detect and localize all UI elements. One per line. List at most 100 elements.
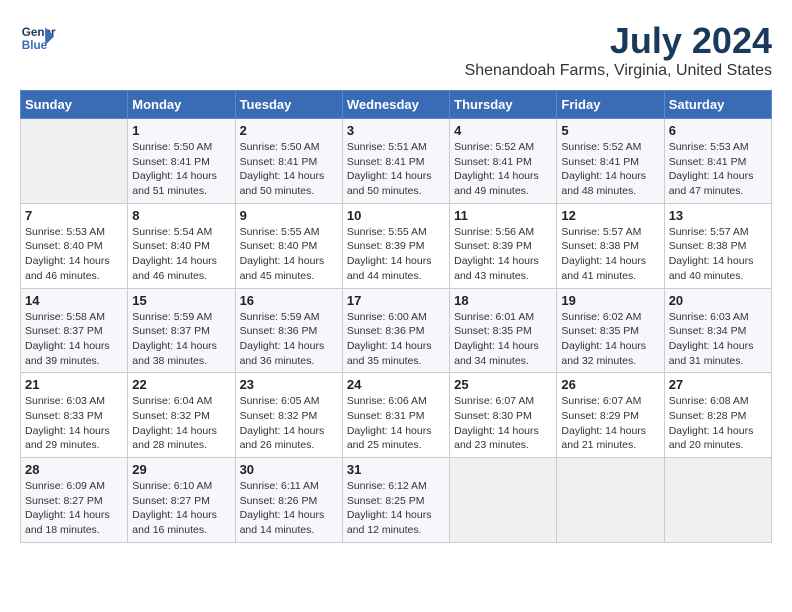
day-number: 22 bbox=[132, 377, 230, 392]
page-header: General Blue July 2024 Shenandoah Farms,… bbox=[20, 20, 772, 80]
day-info: Sunrise: 6:07 AM Sunset: 8:30 PM Dayligh… bbox=[454, 394, 552, 453]
calendar-cell: 1 Sunrise: 5:50 AM Sunset: 8:41 PM Daylig… bbox=[128, 119, 235, 204]
day-info: Sunrise: 5:50 AM Sunset: 8:41 PM Dayligh… bbox=[240, 140, 338, 199]
day-info: Sunrise: 6:03 AM Sunset: 8:33 PM Dayligh… bbox=[25, 394, 123, 453]
day-info: Sunrise: 5:51 AM Sunset: 8:41 PM Dayligh… bbox=[347, 140, 445, 199]
calendar-cell: 31 Sunrise: 6:12 AM Sunset: 8:25 PM Dayli… bbox=[342, 458, 449, 543]
calendar-cell: 6Sunrise: 5:53 AM Sunset: 8:41 PM Daylig… bbox=[664, 119, 771, 204]
day-number: 12 bbox=[561, 208, 659, 223]
day-number: 18 bbox=[454, 293, 552, 308]
day-info: Sunrise: 5:55 AM Sunset: 8:40 PM Dayligh… bbox=[240, 225, 338, 284]
weekday-header-thursday: Thursday bbox=[450, 91, 557, 119]
week-row-5: 28 Sunrise: 6:09 AM Sunset: 8:27 PM Dayli… bbox=[21, 458, 772, 543]
day-number: 3 bbox=[347, 123, 445, 138]
day-number: 26 bbox=[561, 377, 659, 392]
calendar-cell: 8Sunrise: 5:54 AM Sunset: 8:40 PM Daylig… bbox=[128, 203, 235, 288]
day-number: 23 bbox=[240, 377, 338, 392]
day-number: 14 bbox=[25, 293, 123, 308]
day-info: Sunrise: 5:57 AM Sunset: 8:38 PM Dayligh… bbox=[561, 225, 659, 284]
calendar-cell: 17 Sunrise: 6:00 AM Sunset: 8:36 PM Dayli… bbox=[342, 288, 449, 373]
logo: General Blue bbox=[20, 20, 56, 56]
calendar-cell: 3 Sunrise: 5:51 AM Sunset: 8:41 PM Daylig… bbox=[342, 119, 449, 204]
calendar-cell: 22 Sunrise: 6:04 AM Sunset: 8:32 PM Dayli… bbox=[128, 373, 235, 458]
day-info: Sunrise: 5:52 AM Sunset: 8:41 PM Dayligh… bbox=[561, 140, 659, 199]
day-number: 10 bbox=[347, 208, 445, 223]
day-number: 24 bbox=[347, 377, 445, 392]
calendar-cell: 7Sunrise: 5:53 AM Sunset: 8:40 PM Daylig… bbox=[21, 203, 128, 288]
calendar-cell: 28 Sunrise: 6:09 AM Sunset: 8:27 PM Dayli… bbox=[21, 458, 128, 543]
calendar-cell bbox=[21, 119, 128, 204]
day-info: Sunrise: 5:54 AM Sunset: 8:40 PM Dayligh… bbox=[132, 225, 230, 284]
day-number: 7 bbox=[25, 208, 123, 223]
calendar-cell: 30 Sunrise: 6:11 AM Sunset: 8:26 PM Dayli… bbox=[235, 458, 342, 543]
day-info: Sunrise: 6:12 AM Sunset: 8:25 PM Dayligh… bbox=[347, 479, 445, 538]
calendar-cell: 24 Sunrise: 6:06 AM Sunset: 8:31 PM Dayli… bbox=[342, 373, 449, 458]
calendar-cell: 5 Sunrise: 5:52 AM Sunset: 8:41 PM Daylig… bbox=[557, 119, 664, 204]
day-number: 30 bbox=[240, 462, 338, 477]
day-number: 1 bbox=[132, 123, 230, 138]
day-number: 16 bbox=[240, 293, 338, 308]
day-info: Sunrise: 6:04 AM Sunset: 8:32 PM Dayligh… bbox=[132, 394, 230, 453]
calendar-cell bbox=[557, 458, 664, 543]
day-number: 21 bbox=[25, 377, 123, 392]
day-info: Sunrise: 6:01 AM Sunset: 8:35 PM Dayligh… bbox=[454, 310, 552, 369]
day-info: Sunrise: 6:06 AM Sunset: 8:31 PM Dayligh… bbox=[347, 394, 445, 453]
calendar-cell: 21 Sunrise: 6:03 AM Sunset: 8:33 PM Dayli… bbox=[21, 373, 128, 458]
calendar-cell: 13 Sunrise: 5:57 AM Sunset: 8:38 PM Dayli… bbox=[664, 203, 771, 288]
calendar-cell: 16Sunrise: 5:59 AM Sunset: 8:36 PM Dayli… bbox=[235, 288, 342, 373]
day-number: 6 bbox=[669, 123, 767, 138]
page-title: July 2024 bbox=[465, 20, 772, 62]
day-info: Sunrise: 6:03 AM Sunset: 8:34 PM Dayligh… bbox=[669, 310, 767, 369]
page-subtitle: Shenandoah Farms, Virginia, United State… bbox=[465, 62, 772, 80]
day-number: 27 bbox=[669, 377, 767, 392]
calendar-cell: 23 Sunrise: 6:05 AM Sunset: 8:32 PM Dayli… bbox=[235, 373, 342, 458]
calendar-cell: 27 Sunrise: 6:08 AM Sunset: 8:28 PM Dayli… bbox=[664, 373, 771, 458]
day-number: 11 bbox=[454, 208, 552, 223]
day-info: Sunrise: 5:59 AM Sunset: 8:37 PM Dayligh… bbox=[132, 310, 230, 369]
day-info: Sunrise: 6:00 AM Sunset: 8:36 PM Dayligh… bbox=[347, 310, 445, 369]
calendar-cell: 25Sunrise: 6:07 AM Sunset: 8:30 PM Dayli… bbox=[450, 373, 557, 458]
calendar-cell: 4Sunrise: 5:52 AM Sunset: 8:41 PM Daylig… bbox=[450, 119, 557, 204]
svg-text:Blue: Blue bbox=[22, 39, 48, 52]
day-info: Sunrise: 5:52 AM Sunset: 8:41 PM Dayligh… bbox=[454, 140, 552, 199]
day-info: Sunrise: 6:10 AM Sunset: 8:27 PM Dayligh… bbox=[132, 479, 230, 538]
week-row-2: 7Sunrise: 5:53 AM Sunset: 8:40 PM Daylig… bbox=[21, 203, 772, 288]
calendar-cell: 14 Sunrise: 5:58 AM Sunset: 8:37 PM Dayli… bbox=[21, 288, 128, 373]
day-info: Sunrise: 5:57 AM Sunset: 8:38 PM Dayligh… bbox=[669, 225, 767, 284]
calendar-cell: 19Sunrise: 6:02 AM Sunset: 8:35 PM Dayli… bbox=[557, 288, 664, 373]
day-info: Sunrise: 6:07 AM Sunset: 8:29 PM Dayligh… bbox=[561, 394, 659, 453]
weekday-header-sunday: Sunday bbox=[21, 91, 128, 119]
calendar-cell: 18 Sunrise: 6:01 AM Sunset: 8:35 PM Dayli… bbox=[450, 288, 557, 373]
day-number: 2 bbox=[240, 123, 338, 138]
day-info: Sunrise: 6:05 AM Sunset: 8:32 PM Dayligh… bbox=[240, 394, 338, 453]
weekday-header-tuesday: Tuesday bbox=[235, 91, 342, 119]
weekday-header-friday: Friday bbox=[557, 91, 664, 119]
calendar-cell: 11 Sunrise: 5:56 AM Sunset: 8:39 PM Dayli… bbox=[450, 203, 557, 288]
day-info: Sunrise: 5:56 AM Sunset: 8:39 PM Dayligh… bbox=[454, 225, 552, 284]
day-info: Sunrise: 5:50 AM Sunset: 8:41 PM Dayligh… bbox=[132, 140, 230, 199]
day-number: 17 bbox=[347, 293, 445, 308]
day-number: 31 bbox=[347, 462, 445, 477]
day-number: 19 bbox=[561, 293, 659, 308]
day-number: 5 bbox=[561, 123, 659, 138]
title-area: July 2024 Shenandoah Farms, Virginia, Un… bbox=[465, 20, 772, 80]
day-number: 13 bbox=[669, 208, 767, 223]
calendar-cell: 2 Sunrise: 5:50 AM Sunset: 8:41 PM Daylig… bbox=[235, 119, 342, 204]
calendar-header-row: SundayMondayTuesdayWednesdayThursdayFrid… bbox=[21, 91, 772, 119]
day-info: Sunrise: 6:09 AM Sunset: 8:27 PM Dayligh… bbox=[25, 479, 123, 538]
calendar-cell: 29Sunrise: 6:10 AM Sunset: 8:27 PM Dayli… bbox=[128, 458, 235, 543]
weekday-header-saturday: Saturday bbox=[664, 91, 771, 119]
day-info: Sunrise: 6:08 AM Sunset: 8:28 PM Dayligh… bbox=[669, 394, 767, 453]
day-number: 15 bbox=[132, 293, 230, 308]
day-info: Sunrise: 6:11 AM Sunset: 8:26 PM Dayligh… bbox=[240, 479, 338, 538]
day-number: 28 bbox=[25, 462, 123, 477]
calendar-cell bbox=[664, 458, 771, 543]
week-row-3: 14 Sunrise: 5:58 AM Sunset: 8:37 PM Dayli… bbox=[21, 288, 772, 373]
day-info: Sunrise: 5:58 AM Sunset: 8:37 PM Dayligh… bbox=[25, 310, 123, 369]
weekday-header-wednesday: Wednesday bbox=[342, 91, 449, 119]
calendar-cell: 26 Sunrise: 6:07 AM Sunset: 8:29 PM Dayli… bbox=[557, 373, 664, 458]
calendar-body: 1 Sunrise: 5:50 AM Sunset: 8:41 PM Daylig… bbox=[21, 119, 772, 543]
calendar-cell: 15 Sunrise: 5:59 AM Sunset: 8:37 PM Dayli… bbox=[128, 288, 235, 373]
calendar-cell bbox=[450, 458, 557, 543]
day-info: Sunrise: 5:55 AM Sunset: 8:39 PM Dayligh… bbox=[347, 225, 445, 284]
